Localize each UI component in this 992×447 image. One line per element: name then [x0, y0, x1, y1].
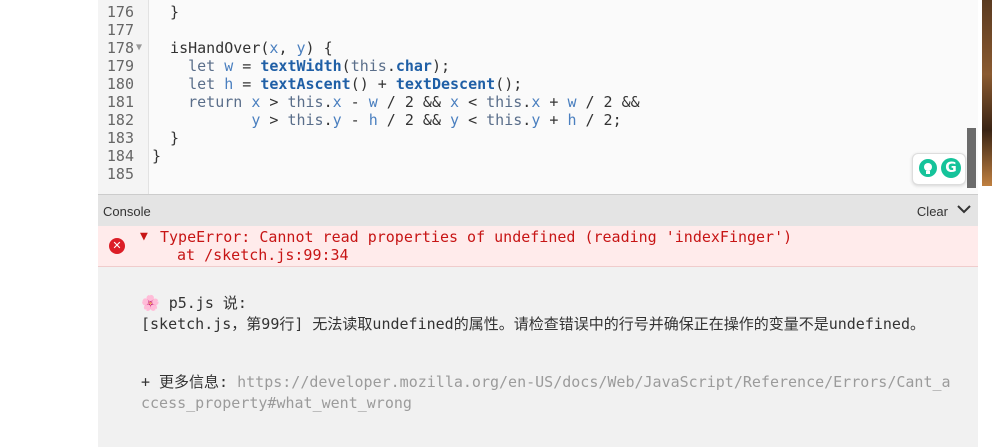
line-number: 179	[106, 57, 134, 75]
error-text: TypeError: Cannot read properties of und…	[160, 228, 793, 246]
fold-arrow-icon[interactable]: ▼	[136, 39, 142, 57]
error-location: at /sketch.js:99:34	[177, 246, 349, 264]
error-icon: ✕	[109, 238, 125, 254]
code-text: return x > this.x - w / 2 && x < this.x …	[188, 93, 640, 111]
grammarly-widget[interactable]: G	[912, 153, 966, 185]
line-number: 182	[106, 111, 134, 129]
grammarly-logo-icon[interactable]: G	[941, 158, 961, 178]
line-number: 181	[106, 93, 134, 111]
fes-header: 🌸 p5.js 说:	[141, 292, 247, 313]
background-photo-edge	[982, 0, 992, 186]
code-text: }	[152, 147, 162, 165]
more-info-label: + 更多信息:	[141, 373, 238, 391]
fes-header-text: p5.js 说:	[168, 294, 247, 312]
more-info: + 更多信息: https://developer.mozilla.org/en…	[141, 372, 956, 414]
code-text: }	[152, 3, 180, 21]
flower-icon: 🌸	[141, 294, 160, 312]
editor-scrollbar-thumb[interactable]	[967, 128, 976, 188]
error-message-row[interactable]: ✕ ▼ TypeError: Cannot read properties of…	[98, 226, 978, 267]
line-number: 184	[106, 147, 134, 165]
line-number: 185	[106, 165, 134, 183]
console-output: ✕ ▼ TypeError: Cannot read properties of…	[98, 226, 978, 447]
expand-triangle-icon[interactable]: ▼	[140, 229, 148, 244]
left-margin	[0, 0, 98, 447]
code-text: y > this.y - h / 2 && y < this.y + h / 2…	[251, 111, 622, 129]
line-number: 178	[106, 39, 134, 57]
fes-message: [sketch.js，第99行] 无法读取undefined的属性。请检查错误中…	[141, 315, 925, 333]
console-header: Console Clear	[98, 194, 978, 227]
code-text: }	[152, 129, 180, 147]
chevron-down-icon[interactable]	[956, 201, 972, 217]
lightbulb-icon[interactable]	[919, 159, 937, 177]
more-info-link[interactable]: https://developer.mozilla.org/en-US/docs…	[141, 373, 951, 412]
line-number: 183	[106, 129, 134, 147]
console-title: Console	[103, 204, 151, 219]
line-number: 176	[106, 3, 134, 21]
clear-console-button[interactable]: Clear	[917, 204, 948, 219]
code-text: let h = textAscent() + textDescent();	[188, 75, 523, 93]
code-editor[interactable]: 176 } 177 178 ▼ isHandOver(x, y) { 179 let w…	[98, 0, 978, 194]
line-number: 180	[106, 75, 134, 93]
line-number: 177	[106, 21, 134, 39]
code-text: let w = textWidth(this.char);	[188, 57, 451, 75]
code-text: isHandOver(x, y) {	[152, 39, 333, 57]
